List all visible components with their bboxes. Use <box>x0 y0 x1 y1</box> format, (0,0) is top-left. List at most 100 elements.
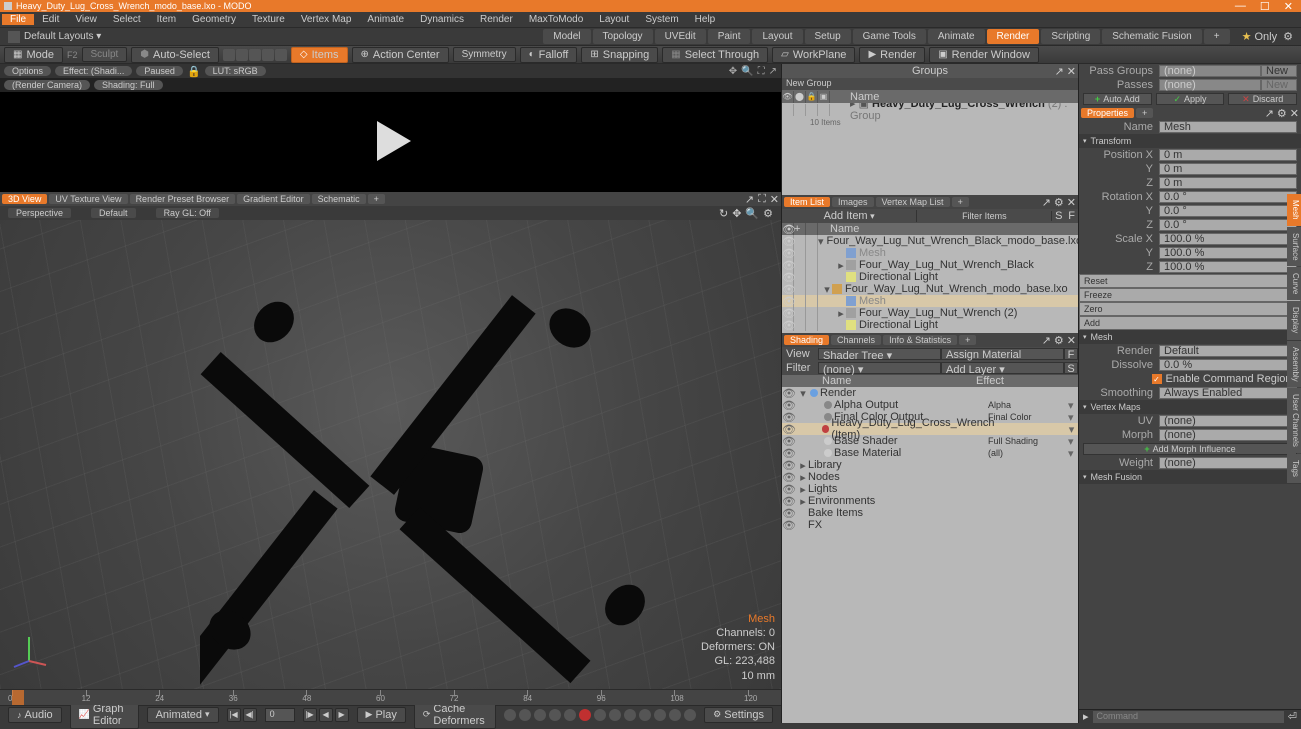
section-mesh[interactable]: Mesh <box>1079 330 1301 344</box>
menu-maxtomodo[interactable]: MaxToModo <box>521 14 591 25</box>
shading-body[interactable]: 👁▾Render👁Alpha OutputAlpha▾👁Final Color … <box>782 387 1078 723</box>
list-item[interactable]: 👁Heavy_Duty_Lug_Cross_Wrench (Item)▾ <box>782 423 1078 435</box>
tab-model[interactable]: Model <box>543 29 590 44</box>
vtab-mesh[interactable]: Mesh <box>1287 194 1301 226</box>
layout-icon[interactable] <box>8 31 20 43</box>
selectthrough-button[interactable]: ▦ Select Through <box>662 47 768 63</box>
raygl-toggle[interactable]: Ray GL: Off <box>156 208 219 218</box>
vtab-curve[interactable]: Curve <box>1287 267 1301 300</box>
vtab-uvtexture[interactable]: UV Texture View <box>49 194 127 204</box>
menu-dynamics[interactable]: Dynamics <box>412 14 472 25</box>
3d-viewport[interactable]: Mesh Channels: 0 Deformers: ON GL: 223,4… <box>0 220 781 689</box>
menu-system[interactable]: System <box>637 14 686 25</box>
add-button[interactable]: Add <box>1079 316 1301 330</box>
list-item[interactable]: 👁Bake Items <box>782 507 1078 519</box>
close-icon[interactable]: ✕ <box>1067 65 1076 78</box>
menu-select[interactable]: Select <box>105 14 149 25</box>
close-icon[interactable]: ✕ <box>1067 196 1076 209</box>
lut-dropdown[interactable]: LUT: sRGB <box>205 66 266 76</box>
tab-vertexmaplist[interactable]: Vertex Map List <box>876 197 950 207</box>
weight-dropdown[interactable]: (none) <box>1159 457 1297 469</box>
morph-dropdown[interactable]: (none) <box>1159 429 1297 441</box>
tab-paint[interactable]: Paint <box>708 29 751 44</box>
additem-button[interactable]: Add Item ▾ <box>782 210 917 222</box>
filteritems-input[interactable]: Filter Items <box>917 211 1052 221</box>
menu-edit[interactable]: Edit <box>34 14 67 25</box>
vtab-add[interactable]: + <box>368 194 385 204</box>
falloff-button[interactable]: ◐ Falloff <box>520 47 578 63</box>
menu-texture[interactable]: Texture <box>244 14 293 25</box>
command-run[interactable]: ⏎ <box>1288 710 1297 723</box>
renderwindow-button[interactable]: ▣ Render Window <box>929 47 1039 63</box>
vtab-renderpreset[interactable]: Render Preset Browser <box>130 194 236 204</box>
close-icon[interactable]: ✕ <box>1067 334 1076 347</box>
gear-icon[interactable]: ⚙ <box>1283 30 1293 43</box>
tab-setup[interactable]: Setup <box>805 29 851 44</box>
section-transform[interactable]: Transform <box>1079 134 1301 148</box>
timeline[interactable]: 01224364860728496108120 <box>0 689 781 705</box>
tab-render[interactable]: Render <box>987 29 1040 44</box>
gear-icon[interactable]: ⚙ <box>763 207 773 220</box>
view-dropdown[interactable]: Shader Tree ▾ <box>818 348 941 360</box>
render-preview[interactable] <box>0 92 781 192</box>
camera-dropdown[interactable]: (Render Camera) <box>4 80 90 90</box>
popout-icon[interactable]: ↗ <box>745 193 754 206</box>
snapping-button[interactable]: ⊞ Snapping <box>581 47 658 63</box>
pos-y[interactable]: 0 m <box>1159 163 1297 175</box>
popout-icon[interactable]: ↗ <box>1055 65 1064 78</box>
sculpt-button[interactable]: Sculpt <box>82 47 128 62</box>
s-button[interactable]: S <box>1064 362 1078 374</box>
rot-z[interactable]: 0.0 ° <box>1159 219 1297 231</box>
list-item[interactable]: 👁▾Four_Way_Lug_Nut_Wrench_modo_base.lxo <box>782 283 1078 295</box>
menu-help[interactable]: Help <box>687 14 724 25</box>
workplane-button[interactable]: ▱ WorkPlane <box>772 47 855 63</box>
orbit-icon[interactable]: ↻ <box>719 207 728 220</box>
autoselect-button[interactable]: ⬢ Auto-Select <box>131 47 219 63</box>
play-back-button[interactable]: ◀ <box>319 708 333 722</box>
tab-add[interactable]: + <box>952 197 969 207</box>
scale-z[interactable]: 100.0 % <box>1159 261 1297 273</box>
tab-shading[interactable]: Shading <box>784 335 829 345</box>
tab-gametools[interactable]: Game Tools <box>853 29 926 44</box>
maximize-button[interactable]: ☐ <box>1260 0 1270 13</box>
passes-dropdown[interactable]: (none) <box>1159 79 1261 91</box>
shading-dropdown[interactable]: Shading: Full <box>94 80 163 90</box>
menu-geometry[interactable]: Geometry <box>184 14 244 25</box>
vtab-display[interactable]: Display <box>1287 301 1301 339</box>
filter-f-button[interactable]: F <box>1065 210 1078 222</box>
fullscreen-icon[interactable]: ⛶ <box>758 66 765 77</box>
close-button[interactable]: ✕ <box>1284 0 1293 13</box>
tab-add[interactable]: + <box>1204 29 1230 44</box>
vtab-assembly[interactable]: Assembly <box>1287 341 1301 388</box>
vtab-tags[interactable]: Tags <box>1287 454 1301 483</box>
list-item[interactable]: 👁Alpha OutputAlpha▾ <box>782 399 1078 411</box>
options-button[interactable]: Options <box>4 66 51 76</box>
symmetry-button[interactable]: Symmetry <box>453 47 516 62</box>
list-item[interactable]: 👁Mesh <box>782 247 1078 259</box>
audio-button[interactable]: ♪ Audio <box>8 707 62 723</box>
popout-icon[interactable]: ↗ <box>1042 334 1051 347</box>
list-item[interactable]: 👁▸Four_Way_Lug_Nut_Wrench_Black <box>782 259 1078 271</box>
gear-icon[interactable]: ⚙ <box>1054 196 1064 209</box>
scale-y[interactable]: 100.0 % <box>1159 247 1297 259</box>
tab-scripting[interactable]: Scripting <box>1041 29 1100 44</box>
groups-body[interactable]: ▸ ▣ Heavy_Duty_Lug_Cross_Wrench (2) : Gr… <box>782 103 1078 195</box>
popout-icon[interactable]: ↗ <box>769 66 777 77</box>
key-buttons[interactable] <box>504 709 696 721</box>
play-icon[interactable] <box>367 117 415 168</box>
lock-icon[interactable]: 🔒 <box>187 65 201 78</box>
list-item[interactable]: 👁Directional Light <box>782 319 1078 331</box>
tab-add[interactable]: + <box>959 335 976 345</box>
list-item[interactable]: 👁▾Render <box>782 387 1078 399</box>
tab-topology[interactable]: Topology <box>593 29 653 44</box>
gear-icon[interactable]: ⚙ <box>1054 334 1064 347</box>
items-button[interactable]: ◇ Items <box>291 47 348 63</box>
close-icon[interactable]: ✕ <box>770 193 779 206</box>
popout-icon[interactable]: ↗ <box>1265 107 1274 120</box>
list-item[interactable]: 👁▸Four_Way_Lug_Nut_Wrench (2) <box>782 307 1078 319</box>
zoom-icon[interactable]: 🔍 <box>745 207 759 220</box>
tab-images[interactable]: Images <box>832 197 874 207</box>
enable-cmdregions[interactable]: ✓Enable Command Regions <box>1079 372 1301 386</box>
popout-icon[interactable]: ↗ <box>1042 196 1051 209</box>
actioncenter-button[interactable]: ⊕ Action Center <box>352 47 449 63</box>
